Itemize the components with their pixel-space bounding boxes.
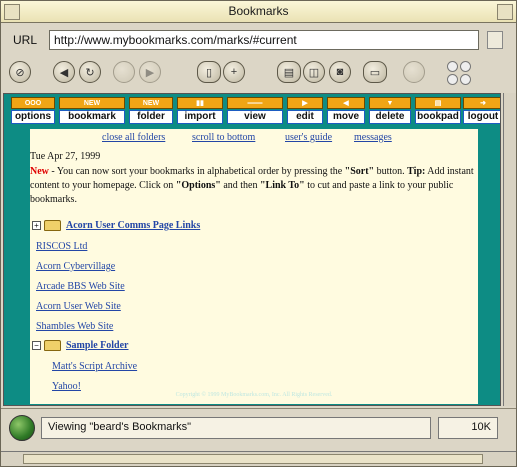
history-icon[interactable]: ◫ bbox=[303, 61, 325, 83]
back-icon[interactable]: ◀ bbox=[53, 61, 75, 83]
save-icon[interactable]: ◙ bbox=[329, 61, 351, 83]
page-links-row: close all folders scroll to bottom user'… bbox=[30, 132, 478, 146]
edit-label: edit bbox=[287, 110, 323, 124]
bookmark-label: bookmark bbox=[59, 110, 125, 124]
bookmark-link[interactable]: Shambles Web Site bbox=[36, 321, 113, 332]
url-label: URL bbox=[13, 33, 38, 47]
options-button[interactable]: OOO options bbox=[11, 97, 55, 125]
page-size-indicator: 10K bbox=[438, 417, 498, 439]
bookmarks-toolbar: OOO options NEW bookmark NEW folder ▮▮ i… bbox=[11, 97, 500, 125]
import-icon: ▮▮ bbox=[177, 97, 223, 109]
status-message: Viewing "beard's Bookmarks" bbox=[41, 417, 431, 439]
url-bar: URL bbox=[1, 25, 516, 55]
view-label: view bbox=[227, 110, 283, 124]
title-bar[interactable]: Bookmarks bbox=[1, 1, 516, 23]
options-label: options bbox=[11, 110, 55, 124]
edit-icon: ▶ bbox=[287, 97, 323, 109]
logout-label: logout bbox=[463, 110, 500, 124]
delete-button[interactable]: ▼ delete bbox=[369, 97, 411, 125]
close-all-folders-link[interactable]: close all folders bbox=[102, 132, 165, 143]
vertical-scrollbar[interactable] bbox=[503, 93, 516, 406]
bookmarks-content-panel: close all folders scroll to bottom user'… bbox=[30, 129, 478, 404]
browser-window: Bookmarks URL ⊘ ◀ ↻ ▶ ▯ + ▤ ◫ ◙ ▭ OOO op… bbox=[0, 0, 517, 467]
move-button[interactable]: ◀ move bbox=[327, 97, 365, 125]
bookpad-icon: ▤ bbox=[415, 97, 461, 109]
messages-link[interactable]: messages bbox=[354, 132, 392, 143]
folder-link[interactable]: Sample Folder bbox=[66, 340, 129, 351]
date-text: Tue Apr 27, 1999 bbox=[30, 151, 101, 162]
bookmark-list: + Acorn User Comms Page Links RISCOS Ltd… bbox=[30, 219, 478, 392]
navigation-toolbar: ⊘ ◀ ↻ ▶ ▯ + ▤ ◫ ◙ ▭ bbox=[1, 57, 516, 91]
stop-icon[interactable]: ⊘ bbox=[9, 61, 31, 83]
forward-icon[interactable]: ▶ bbox=[139, 61, 161, 83]
delete-icon: ▼ bbox=[369, 97, 411, 109]
new-bookmark-icon: NEW bbox=[59, 97, 125, 109]
logout-icon: ➜ bbox=[463, 97, 500, 109]
move-label: move bbox=[327, 110, 365, 124]
new-page-icon[interactable]: + bbox=[223, 61, 245, 83]
new-folder-icon: NEW bbox=[129, 97, 173, 109]
dimmed-button-icon[interactable] bbox=[113, 61, 135, 83]
bookmark-link[interactable]: Acorn Cybervillage bbox=[36, 261, 115, 272]
options-icon: OOO bbox=[11, 97, 55, 109]
search-icon[interactable] bbox=[403, 61, 425, 83]
users-guide-link[interactable]: user's guide bbox=[285, 132, 332, 143]
url-input[interactable] bbox=[49, 30, 479, 50]
logout-button[interactable]: ➜ logout bbox=[463, 97, 500, 125]
open-folder-icon bbox=[44, 340, 61, 351]
scroll-to-bottom-link[interactable]: scroll to bottom bbox=[192, 132, 255, 143]
globe-icon bbox=[9, 415, 35, 441]
bookmark-link[interactable]: RISCOS Ltd bbox=[36, 241, 87, 252]
reload-icon[interactable]: ↻ bbox=[79, 61, 101, 83]
new-label: New bbox=[30, 166, 49, 177]
bookpad-button[interactable]: ▤ bookpad bbox=[415, 97, 461, 125]
view-button[interactable]: ═══ view bbox=[227, 97, 283, 125]
bookmark-link[interactable]: Matt's Script Archive bbox=[52, 361, 137, 372]
folder-icon bbox=[44, 220, 61, 231]
view-icon: ═══ bbox=[227, 97, 283, 109]
horizontal-scrollbar[interactable] bbox=[1, 451, 516, 466]
bookpad-label: bookpad bbox=[415, 110, 461, 124]
browser-logo-icon bbox=[447, 61, 473, 87]
bookmark-link[interactable]: Arcade BBS Web Site bbox=[36, 281, 125, 292]
collapse-folder-icon[interactable]: − bbox=[32, 341, 41, 350]
bookmark-link[interactable]: Yahoo! bbox=[52, 381, 81, 392]
news-message: New - You can now sort your bookmarks in… bbox=[30, 166, 474, 205]
url-menu-button[interactable] bbox=[487, 31, 503, 49]
status-bar: Viewing "beard's Bookmarks" 10K bbox=[1, 408, 516, 448]
delete-label: delete bbox=[369, 110, 411, 124]
move-icon: ◀ bbox=[327, 97, 365, 109]
import-label: import bbox=[177, 110, 223, 124]
folder-button[interactable]: NEW folder bbox=[129, 97, 173, 125]
page-icon[interactable]: ▯ bbox=[197, 61, 221, 83]
web-page-viewport[interactable]: OOO options NEW bookmark NEW folder ▮▮ i… bbox=[3, 93, 501, 406]
print-icon[interactable]: ▭ bbox=[363, 61, 387, 83]
scrollbar-thumb[interactable] bbox=[23, 454, 483, 464]
window-title: Bookmarks bbox=[228, 4, 289, 18]
toggle-size-button[interactable] bbox=[497, 4, 513, 20]
copyright-text: Copyright © 1999 MyBookmarks.com, Inc. A… bbox=[175, 392, 333, 398]
bookmark-link[interactable]: Acorn User Web Site bbox=[36, 301, 121, 312]
folder-link[interactable]: Acorn User Comms Page Links bbox=[66, 220, 200, 231]
bookmark-button[interactable]: NEW bookmark bbox=[59, 97, 125, 125]
hotlist-icon[interactable]: ▤ bbox=[277, 61, 301, 83]
folder-label: folder bbox=[129, 110, 173, 124]
expand-folder-icon[interactable]: + bbox=[32, 221, 41, 230]
import-button[interactable]: ▮▮ import bbox=[177, 97, 223, 125]
edit-button[interactable]: ▶ edit bbox=[287, 97, 323, 125]
